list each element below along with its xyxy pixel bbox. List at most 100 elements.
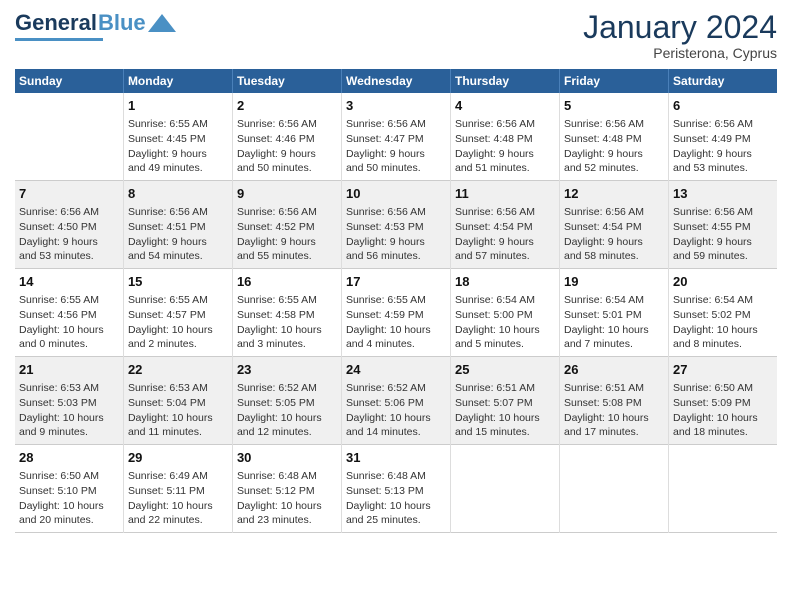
day-number: 2 (237, 97, 337, 115)
day-info: Sunset: 4:57 PM (128, 308, 228, 323)
day-number: 29 (128, 449, 228, 467)
day-cell (450, 444, 559, 532)
day-info: Sunset: 5:09 PM (673, 396, 773, 411)
day-info: and 53 minutes. (673, 161, 773, 176)
day-info: Sunset: 4:49 PM (673, 132, 773, 147)
day-info: Sunrise: 6:56 AM (673, 205, 773, 220)
day-info: and 20 minutes. (19, 513, 119, 528)
day-info: and 18 minutes. (673, 425, 773, 440)
day-info: Sunset: 4:51 PM (128, 220, 228, 235)
day-info: and 49 minutes. (128, 161, 228, 176)
day-info: Daylight: 10 hours (237, 499, 337, 514)
day-info: Daylight: 9 hours (237, 147, 337, 162)
col-monday: Monday (123, 69, 232, 93)
day-info: and 56 minutes. (346, 249, 446, 264)
day-number: 25 (455, 361, 555, 379)
day-info: and 12 minutes. (237, 425, 337, 440)
day-info: and 51 minutes. (455, 161, 555, 176)
day-info: Sunrise: 6:54 AM (673, 293, 773, 308)
day-number: 24 (346, 361, 446, 379)
day-info: Sunset: 4:52 PM (237, 220, 337, 235)
week-row-3: 21 Sunrise: 6:53 AMSunset: 5:03 PM Dayligh… (15, 357, 777, 445)
day-info: Sunrise: 6:55 AM (128, 117, 228, 132)
day-number: 23 (237, 361, 337, 379)
title-area: January 2024 Peristerona, Cyprus (583, 10, 777, 61)
day-info: and 8 minutes. (673, 337, 773, 352)
day-info: and 23 minutes. (237, 513, 337, 528)
day-number: 12 (564, 185, 664, 203)
day-info: Daylight: 9 hours (346, 147, 446, 162)
day-info: and 52 minutes. (564, 161, 664, 176)
month-title: January 2024 (583, 10, 777, 45)
day-number: 1 (128, 97, 228, 115)
day-info: Daylight: 9 hours (346, 235, 446, 250)
day-info: Sunrise: 6:55 AM (128, 293, 228, 308)
day-info: Daylight: 10 hours (564, 323, 664, 338)
day-number: 20 (673, 273, 773, 291)
day-info: Daylight: 10 hours (19, 499, 119, 514)
day-cell: 30Sunrise: 6:48 AMSunset: 5:12 PMDayligh… (232, 444, 341, 532)
day-info: and 15 minutes. (455, 425, 555, 440)
day-info: Sunrise: 6:55 AM (237, 293, 337, 308)
day-info: Sunset: 5:13 PM (346, 484, 446, 499)
calendar-container: General Blue January 2024 Peristerona, C… (0, 0, 792, 543)
day-number: 17 (346, 273, 446, 291)
day-info: Sunrise: 6:51 AM (455, 381, 555, 396)
day-cell: 19Sunrise: 6:54 AMSunset: 5:01 PMDayligh… (560, 269, 669, 357)
day-number: 11 (455, 185, 555, 203)
day-info: Sunset: 4:55 PM (673, 220, 773, 235)
day-info: Sunset: 4:56 PM (19, 308, 119, 323)
day-cell: 14Sunrise: 6:55 AMSunset: 4:56 PMDayligh… (15, 269, 123, 357)
day-number: 22 (128, 361, 228, 379)
day-info: and 58 minutes. (564, 249, 664, 264)
day-info: Daylight: 9 hours (564, 147, 664, 162)
col-thursday: Thursday (450, 69, 559, 93)
day-info: Sunrise: 6:50 AM (19, 469, 119, 484)
day-number: 26 (564, 361, 664, 379)
day-info: Daylight: 9 hours (455, 147, 555, 162)
day-number: 5 (564, 97, 664, 115)
day-number: 15 (128, 273, 228, 291)
day-info: and 17 minutes. (564, 425, 664, 440)
day-number: 13 (673, 185, 773, 203)
day-cell: 20Sunrise: 6:54 AMSunset: 5:02 PMDayligh… (669, 269, 777, 357)
day-info: Sunset: 5:06 PM (346, 396, 446, 411)
day-info: Daylight: 9 hours (564, 235, 664, 250)
header: General Blue January 2024 Peristerona, C… (15, 10, 777, 61)
day-info: and 3 minutes. (237, 337, 337, 352)
day-info: and 50 minutes. (346, 161, 446, 176)
day-cell: 6Sunrise: 6:56 AMSunset: 4:49 PMDaylight… (669, 93, 777, 180)
day-info: Sunrise: 6:51 AM (564, 381, 664, 396)
day-number: 28 (19, 449, 119, 467)
day-cell: 7Sunrise: 6:56 AMSunset: 4:50 PMDaylight… (15, 181, 123, 269)
day-info: Sunrise: 6:56 AM (237, 117, 337, 132)
day-number: 19 (564, 273, 664, 291)
day-info: and 4 minutes. (346, 337, 446, 352)
day-info: and 14 minutes. (346, 425, 446, 440)
day-cell: 15Sunrise: 6:55 AMSunset: 4:57 PMDayligh… (123, 269, 232, 357)
day-info: Sunset: 4:58 PM (237, 308, 337, 323)
day-info: Sunset: 5:04 PM (128, 396, 228, 411)
day-cell (560, 444, 669, 532)
col-friday: Friday (560, 69, 669, 93)
day-info: and 0 minutes. (19, 337, 119, 352)
day-info: Sunrise: 6:54 AM (564, 293, 664, 308)
day-info: Sunset: 5:00 PM (455, 308, 555, 323)
day-info: Sunset: 5:05 PM (237, 396, 337, 411)
day-info: Sunset: 4:50 PM (19, 220, 119, 235)
day-info: Sunset: 4:59 PM (346, 308, 446, 323)
day-info: Daylight: 10 hours (346, 323, 446, 338)
day-info: Daylight: 9 hours (455, 235, 555, 250)
day-info: Sunrise: 6:53 AM (19, 381, 119, 396)
day-info: Sunrise: 6:52 AM (346, 381, 446, 396)
day-info: and 2 minutes. (128, 337, 228, 352)
day-info: Sunrise: 6:55 AM (19, 293, 119, 308)
day-info: Daylight: 10 hours (237, 411, 337, 426)
day-cell: 9Sunrise: 6:56 AMSunset: 4:52 PMDaylight… (232, 181, 341, 269)
day-number: 3 (346, 97, 446, 115)
day-info: and 22 minutes. (128, 513, 228, 528)
day-info: Sunset: 5:03 PM (19, 396, 119, 411)
day-number: 21 (19, 361, 119, 379)
day-cell: 2Sunrise: 6:56 AMSunset: 4:46 PMDaylight… (232, 93, 341, 180)
day-info: and 55 minutes. (237, 249, 337, 264)
